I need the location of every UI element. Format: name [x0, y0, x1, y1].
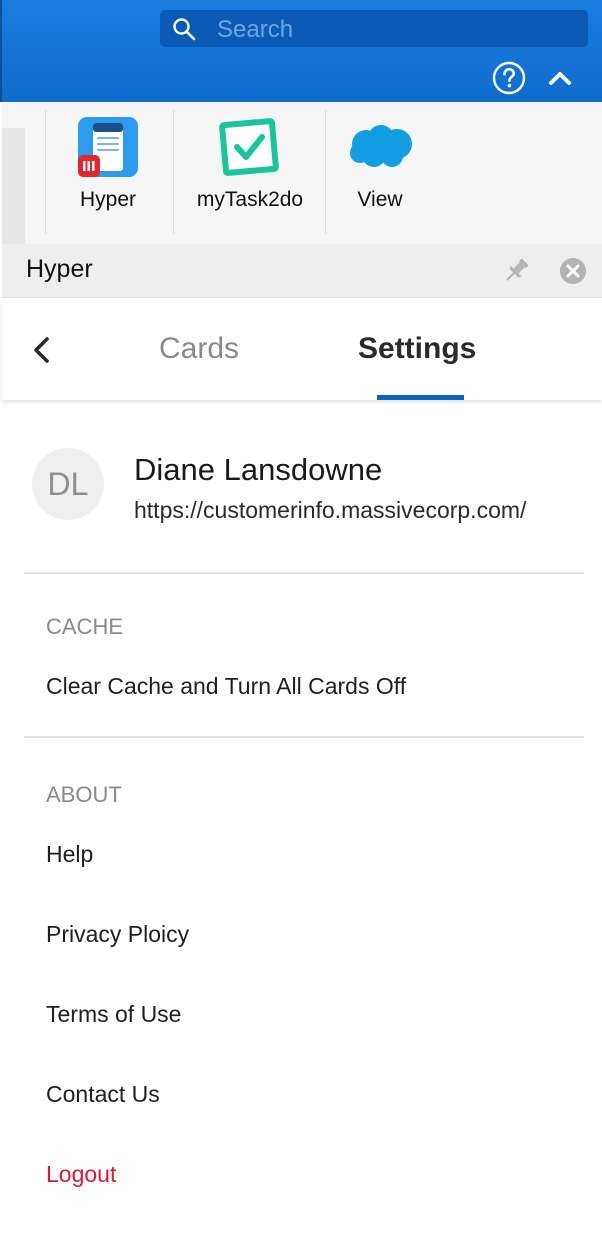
tab-bar: Cards Settings — [2, 302, 602, 400]
help-circle-icon[interactable] — [492, 61, 526, 95]
terms-of-use-link[interactable]: Terms of Use — [46, 1001, 181, 1028]
app-mytask2do[interactable]: myTask2do — [188, 102, 312, 244]
logout-button[interactable]: Logout — [46, 1161, 116, 1188]
user-name: Diane Lansdowne — [134, 452, 383, 487]
section-divider — [24, 572, 584, 574]
pin-icon[interactable] — [500, 255, 532, 287]
active-tab-indicator — [377, 395, 464, 400]
hyper-app-icon — [78, 117, 138, 177]
pinned-app-bar: Hyper — [2, 244, 602, 298]
privacy-policy-link[interactable]: Privacy Ploicy — [46, 921, 189, 948]
app-label: Hyper — [79, 188, 137, 211]
section-heading-about: ABOUT — [46, 782, 122, 807]
checkmark-app-icon — [219, 118, 279, 176]
chevron-up-icon[interactable] — [547, 67, 573, 89]
tab-cards[interactable]: Cards — [159, 332, 239, 366]
chevron-left-icon[interactable] — [29, 334, 53, 366]
section-heading-cache: CACHE — [46, 614, 124, 639]
app-separator — [45, 110, 46, 234]
search-icon — [173, 18, 196, 41]
app-label: myTask2do — [196, 188, 304, 211]
pinned-app-title: Hyper — [26, 255, 93, 283]
app-strip-left-pane — [2, 128, 25, 244]
help-link[interactable]: Help — [46, 841, 93, 868]
avatar: DL — [32, 448, 104, 520]
salesforce-cloud-icon — [350, 125, 412, 167]
top-bar: Search — [2, 0, 602, 102]
search-field[interactable]: Search — [160, 10, 588, 47]
close-circle-icon[interactable] — [559, 257, 587, 285]
search-placeholder: Search — [217, 16, 294, 43]
app-hyper[interactable]: Hyper — [60, 102, 156, 244]
app-strip: Hyper myTask2do View — [2, 102, 602, 245]
user-url: https://customerinfo.massivecorp.com/ — [134, 497, 527, 523]
app-label: View — [357, 188, 403, 211]
section-divider — [24, 736, 584, 738]
app-view[interactable]: View — [340, 102, 420, 244]
contact-us-link[interactable]: Contact Us — [46, 1081, 160, 1108]
app-separator — [325, 110, 326, 234]
clear-cache-button[interactable]: Clear Cache and Turn All Cards Off — [46, 673, 406, 700]
app-separator — [173, 110, 174, 234]
tab-settings[interactable]: Settings — [358, 332, 476, 366]
